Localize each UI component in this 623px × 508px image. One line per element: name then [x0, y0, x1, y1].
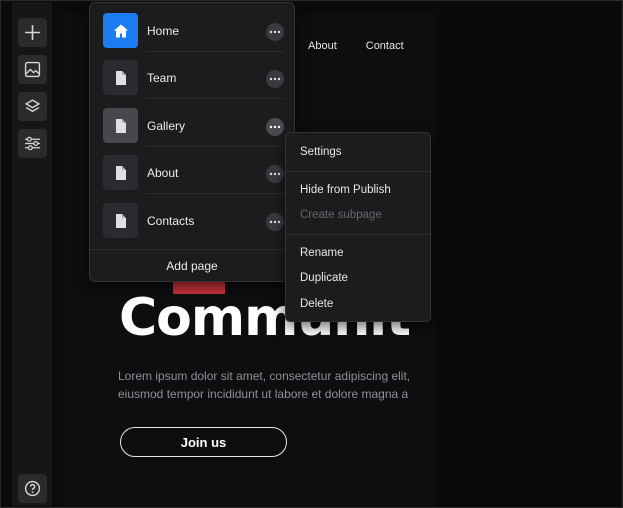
page-more-button[interactable]: [266, 213, 284, 231]
hero-text-line: Lorem ipsum dolor sit amet, consectetur …: [118, 369, 411, 383]
image-icon: [24, 61, 41, 78]
more-horizontal-icon: [269, 77, 281, 81]
page-row-gallery[interactable]: Gallery: [90, 100, 294, 147]
hero-text: Lorem ipsum dolor sit amet, consectetur …: [118, 367, 435, 403]
more-horizontal-icon: [269, 220, 281, 224]
page-icon-home: [103, 13, 138, 48]
nav-link-about[interactable]: About: [308, 40, 337, 52]
add-page-button[interactable]: Add page: [90, 249, 294, 282]
menu-item-rename[interactable]: Rename: [300, 247, 343, 259]
home-icon: [113, 24, 128, 37]
page-more-button[interactable]: [266, 70, 284, 88]
more-horizontal-icon: [269, 125, 281, 129]
page-context-menu: Settings Hide from Publish Create subpag…: [285, 132, 431, 322]
plus-icon: [25, 25, 40, 40]
layers-icon: [24, 99, 41, 113]
page-more-button[interactable]: [266, 23, 284, 41]
add-element-button[interactable]: [18, 18, 47, 47]
settings-sliders-button[interactable]: [18, 129, 47, 158]
page-more-button[interactable]: [266, 118, 284, 136]
help-icon: [24, 480, 41, 497]
more-horizontal-icon: [269, 172, 281, 176]
page-label: Contacts: [147, 214, 195, 228]
workspace-background: [435, 2, 621, 506]
menu-item-delete[interactable]: Delete: [300, 298, 333, 310]
nav-link-contact[interactable]: Contact: [366, 40, 404, 52]
menu-item-create-subpage: Create subpage: [300, 209, 382, 221]
pages-panel: Home Team Gallery About Contacts Add pag…: [89, 2, 295, 282]
menu-item-duplicate[interactable]: Duplicate: [300, 272, 348, 284]
document-icon: [115, 118, 126, 133]
page-icon-team: [103, 60, 138, 95]
page-icon-contacts: [103, 203, 138, 238]
page-icon-about: [103, 155, 138, 190]
menu-item-hide-from-publish[interactable]: Hide from Publish: [300, 184, 391, 196]
page-label: Home: [147, 24, 180, 38]
tool-rail: [12, 2, 52, 506]
join-us-button[interactable]: Join us: [120, 427, 287, 457]
page-more-button[interactable]: [266, 165, 284, 183]
menu-divider: [286, 234, 430, 235]
document-icon: [115, 70, 126, 85]
menu-divider: [286, 171, 430, 172]
more-horizontal-icon: [269, 30, 281, 34]
media-button[interactable]: [18, 55, 47, 84]
site-nav: About Contact: [308, 40, 404, 52]
page-row-about[interactable]: About: [90, 147, 294, 194]
layers-button[interactable]: [18, 92, 47, 121]
page-row-contacts[interactable]: Contacts: [90, 195, 294, 242]
help-button[interactable]: [18, 474, 47, 503]
document-icon: [115, 165, 126, 180]
page-row-team[interactable]: Team: [90, 52, 294, 99]
page-label: About: [147, 166, 179, 180]
page-row-home[interactable]: Home: [90, 5, 294, 52]
menu-item-settings[interactable]: Settings: [300, 146, 342, 158]
sliders-icon: [25, 136, 40, 151]
hero-text-line: eiusmod tempor incididunt ut labore et d…: [118, 387, 409, 401]
page-label: Team: [147, 71, 177, 85]
page-label: Gallery: [147, 119, 186, 133]
document-icon: [115, 213, 126, 228]
page-icon-gallery: [103, 108, 138, 143]
